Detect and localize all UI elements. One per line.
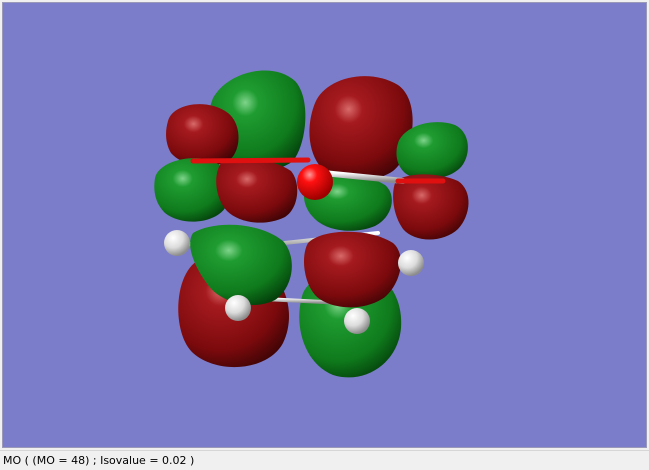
- hydrogen-atom-bottom-right[interactable]: [344, 308, 370, 334]
- orbital-scene[interactable]: [3, 3, 647, 448]
- orbital-lobe-red-top-right: [309, 76, 413, 180]
- orbital-lobe-red-mid-right: [393, 174, 469, 240]
- oxygen-atom[interactable]: [297, 164, 333, 200]
- hydrogen-atom-left[interactable]: [164, 230, 190, 256]
- hydrogen-atom-right[interactable]: [398, 250, 424, 276]
- status-bar: MO ( (MO = 48) ; Isovalue = 0.02 ): [0, 450, 649, 470]
- orbital-lobe-red-upper-left: [166, 104, 239, 167]
- status-text: MO ( (MO = 48) ; Isovalue = 0.02 ): [3, 454, 195, 467]
- molecule-viewport[interactable]: [2, 2, 647, 448]
- hydrogen-atom-bottom-left[interactable]: [225, 295, 251, 321]
- orbital-lobe-red-center-left: [216, 158, 298, 223]
